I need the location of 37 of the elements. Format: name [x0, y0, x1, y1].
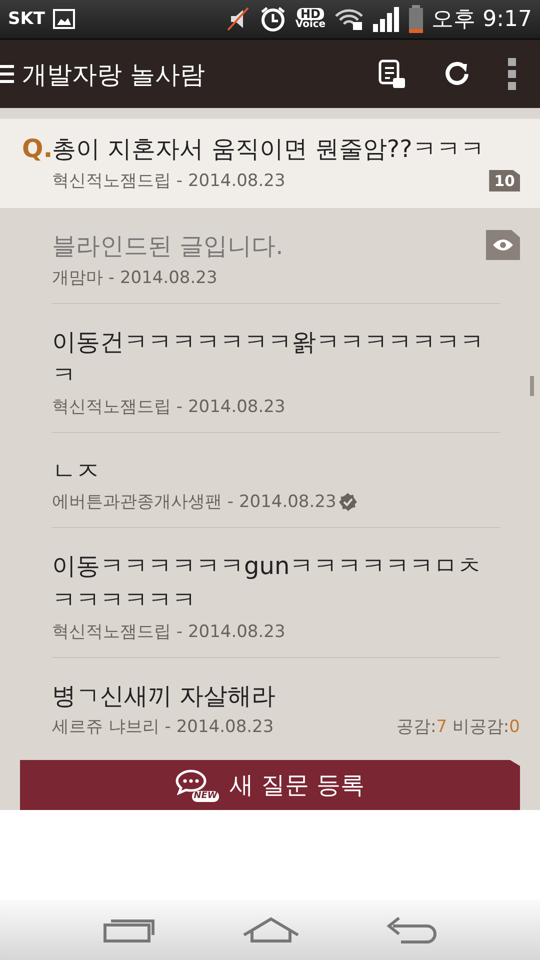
- author-date: 혁신적노잼드립 - 2014.08.23: [52, 620, 286, 643]
- battery-icon: [408, 5, 424, 33]
- vote-counts: 공감:7 비공감:0: [396, 716, 520, 738]
- author-date: 혁신적노잼드립 - 2014.08.23: [52, 170, 286, 192]
- question-marker: Q.: [22, 134, 52, 163]
- document-icon[interactable]: [378, 59, 406, 89]
- menu-icon[interactable]: [0, 64, 14, 84]
- home-icon[interactable]: [242, 917, 300, 943]
- voice-label: Voice: [295, 20, 326, 30]
- scrollbar: [530, 376, 534, 396]
- author-date: 개맘마 - 2014.08.23: [52, 266, 218, 289]
- answer-title: 이동ㅋㅋㅋㅋㅋㅋgunㅋㅋㅋㅋㅋㅋㅁㅊㅋㅋㅋㅋㅋㅋ: [52, 551, 483, 616]
- comment-count-badge: 10: [489, 170, 520, 192]
- recent-apps-icon[interactable]: [102, 917, 157, 943]
- app-title: 개발자랑 놀사람: [22, 58, 206, 90]
- new-question-button[interactable]: NEW 새 질문 등록: [20, 760, 520, 810]
- mute-icon: [225, 6, 252, 32]
- question-title: 총이 지혼자서 움직이면 뭔줄암??ㅋㅋㅋ: [52, 134, 484, 165]
- hd-badge: HD: [297, 8, 324, 20]
- refresh-icon[interactable]: [444, 61, 470, 87]
- carrier-name: SKT: [8, 9, 46, 29]
- back-icon[interactable]: [385, 916, 438, 944]
- wifi-icon: [334, 7, 364, 31]
- alarm-icon: [259, 5, 288, 33]
- image-icon: [53, 9, 76, 29]
- clock-time: 오후 9:17: [432, 6, 532, 34]
- answer-title: ㄴㅈ: [52, 456, 100, 487]
- more-icon[interactable]: [508, 58, 516, 90]
- author-date: 세르쥬 냐브리 - 2014.08.23: [52, 716, 274, 738]
- author-date: 혁신적노잼드립 - 2014.08.23: [52, 396, 286, 418]
- author-date: 에버튼과관종개사생팬 - 2014.08.23: [52, 491, 336, 514]
- answer-title: 블라인드된 글입니다.: [52, 231, 284, 262]
- view-button[interactable]: [486, 230, 520, 260]
- signal-icon: [372, 6, 400, 32]
- eye-icon: [492, 238, 514, 252]
- answer-title: 이동건ㅋㅋㅋㅋㅋㅋㅋ왉ㅋㅋㅋㅋㅋㅋㅋㅋ: [52, 326, 485, 392]
- answer-title: 병ㄱ신새끼 자살해라: [52, 680, 276, 712]
